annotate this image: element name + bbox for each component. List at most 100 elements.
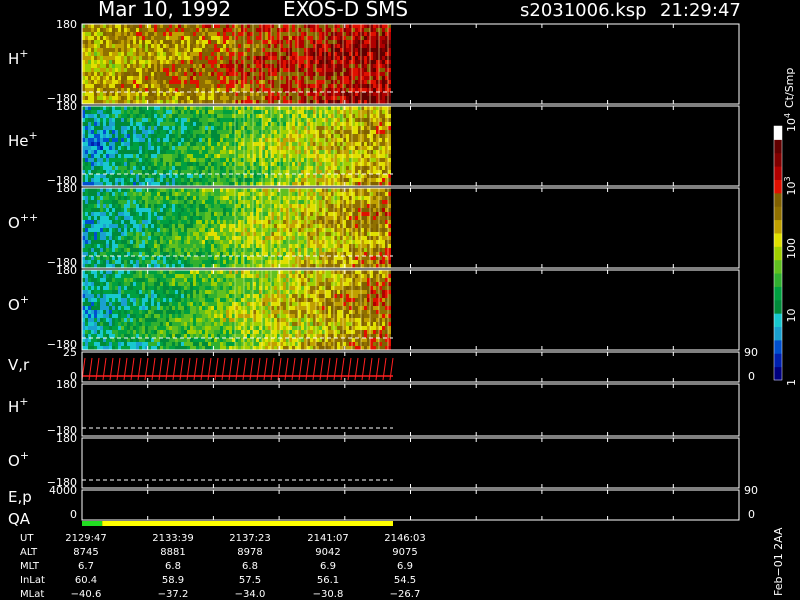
heatmap-cell [187,162,190,166]
heatmap-cell [184,80,187,84]
heatmap-cell [193,142,196,146]
heatmap-cell [187,216,190,220]
heatmap-cell [175,256,178,260]
heatmap-cell [103,92,106,96]
heatmap-cell [193,126,196,130]
heatmap-cell [181,192,184,196]
heatmap-cell [118,240,121,244]
heatmap-cell [205,92,208,96]
heatmap-cell [154,216,157,220]
heatmap-cell [202,96,205,100]
heatmap-cell [199,106,202,110]
heatmap-cell [265,48,268,52]
heatmap-cell [136,244,139,248]
heatmap-cell [301,80,304,84]
heatmap-cell [337,174,340,178]
heatmap-cell [136,44,139,48]
heatmap-cell [202,170,205,174]
heatmap-cell [112,188,115,192]
heatmap-cell [127,134,130,138]
heatmap-cell [265,178,268,182]
heatmap-cell [283,72,286,76]
heatmap-cell [115,154,118,158]
heatmap-cell [205,146,208,150]
heatmap-cell [319,80,322,84]
heatmap-cell [283,154,286,158]
heatmap-cell [157,28,160,32]
heatmap-cell [172,182,175,186]
heatmap-cell [193,72,196,76]
heatmap-cell [328,36,331,40]
heatmap-cell [130,166,133,170]
heatmap-cell [265,32,268,36]
heatmap-cell [355,182,358,186]
heatmap-cell [226,24,229,28]
heatmap-cell [142,80,145,84]
heatmap-cell [85,182,88,186]
heatmap-cell [166,118,169,122]
heatmap-cell [346,24,349,28]
heatmap-cell [169,126,172,130]
heatmap-cell [214,174,217,178]
heatmap-cell [115,44,118,48]
heatmap-cell [190,122,193,126]
heatmap-cell [319,88,322,92]
heatmap-cell [355,174,358,178]
heatmap-cell [220,44,223,48]
heatmap-cell [106,40,109,44]
heatmap-cell [91,208,94,212]
heatmap-cell [127,106,130,110]
exos-d-sms-summary-plot: Mar 10, 1992 EXOS-D SMS s2031006.ksp 21:… [0,0,800,600]
heatmap-cell [181,154,184,158]
heatmap-cell [364,92,367,96]
heatmap-cell [130,204,133,208]
heatmap-cell [175,134,178,138]
heatmap-cell [265,118,268,122]
heatmap-cell [178,130,181,134]
heatmap-cell [205,154,208,158]
heatmap-cell [214,154,217,158]
heatmap-cell [136,122,139,126]
heatmap-cell [283,182,286,186]
heatmap-cell [94,126,97,130]
heatmap-cell [199,56,202,60]
heatmap-cell [103,114,106,118]
heatmap-cell [148,28,151,32]
heatmap-cell [109,174,112,178]
heatmap-cell [184,110,187,114]
heatmap-cell [310,138,313,142]
heatmap-cell [112,158,115,162]
heatmap-cell [184,154,187,158]
heatmap-cell [196,32,199,36]
heatmap-cell [85,192,88,196]
heatmap-cell [364,118,367,122]
heatmap-cell [115,252,118,256]
heatmap-cell [154,134,157,138]
heatmap-cell [112,48,115,52]
heatmap-cell [190,200,193,204]
heatmap-cell [97,170,100,174]
heatmap-cell [97,252,100,256]
heatmap-cell [103,56,106,60]
heatmap-cell [148,24,151,28]
heatmap-cell [211,118,214,122]
heatmap-cell [328,84,331,88]
heatmap-cell [205,162,208,166]
heatmap-cell [157,232,160,236]
heatmap-cell [121,162,124,166]
heatmap-cell [328,24,331,28]
heatmap-cell [97,212,100,216]
heatmap-cell [157,130,160,134]
heatmap-cell [103,44,106,48]
heatmap-cell [130,232,133,236]
heatmap-cell [319,68,322,72]
heatmap-cell [169,48,172,52]
heatmap-cell [133,118,136,122]
heatmap-cell [118,32,121,36]
heatmap-cell [205,134,208,138]
heatmap-cell [274,122,277,126]
heatmap-cell [220,100,223,104]
heatmap-cell [136,252,139,256]
heatmap-cell [100,170,103,174]
heatmap-cell [115,182,118,186]
